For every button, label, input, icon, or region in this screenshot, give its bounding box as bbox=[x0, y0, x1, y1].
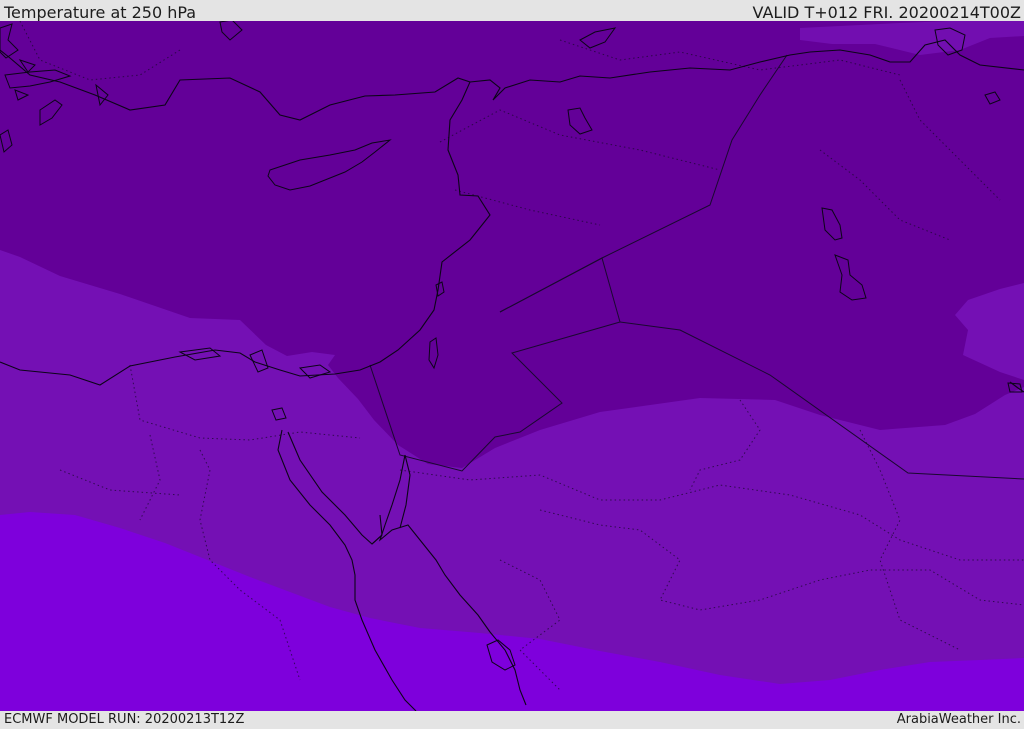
map-title: Temperature at 250 hPa bbox=[4, 3, 197, 22]
map-footer: ECMWF MODEL RUN: 20200213T12Z ArabiaWeat… bbox=[0, 711, 1024, 729]
map-header: Temperature at 250 hPa VALID T+012 FRI. … bbox=[0, 0, 1024, 22]
valid-time: VALID T+012 FRI. 20200214T00Z bbox=[752, 3, 1021, 22]
model-run: ECMWF MODEL RUN: 20200213T12Z bbox=[4, 712, 245, 727]
temperature-map bbox=[0, 21, 1024, 711]
credit: ArabiaWeather Inc. bbox=[896, 712, 1021, 727]
